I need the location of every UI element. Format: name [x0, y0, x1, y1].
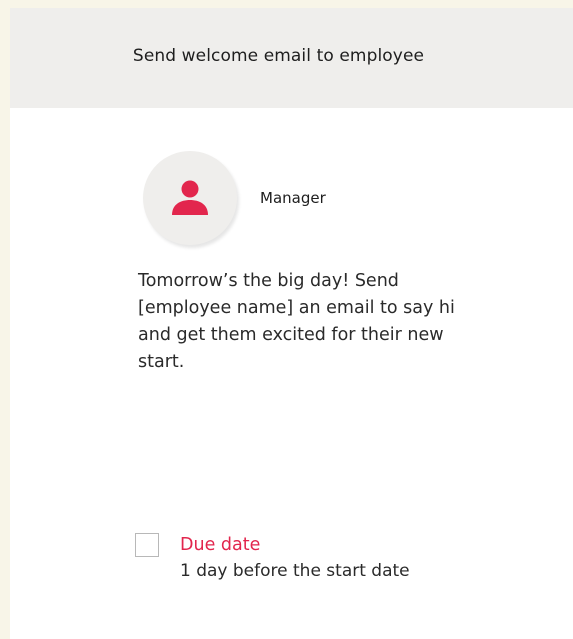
due-date-label: Due date: [180, 535, 261, 555]
due-date-value: 1 day before the start date: [180, 561, 410, 581]
task-description: Tomorrow’s the big day! Send [employee n…: [138, 271, 455, 372]
task-title: Send welcome email to employee: [132, 46, 425, 66]
assignee: Manager: [143, 151, 326, 245]
assignee-role: Manager: [260, 189, 326, 207]
due-date-text: Due date 1 day before the start date: [180, 532, 410, 584]
task-header: Send welcome email to employee: [10, 8, 573, 108]
task-card: Send welcome email to employee Manager T…: [10, 8, 573, 639]
avatar: [143, 151, 237, 245]
complete-checkbox[interactable]: [135, 533, 159, 557]
due-date-section: Due date 1 day before the start date: [135, 532, 410, 584]
person-icon: [172, 180, 208, 215]
